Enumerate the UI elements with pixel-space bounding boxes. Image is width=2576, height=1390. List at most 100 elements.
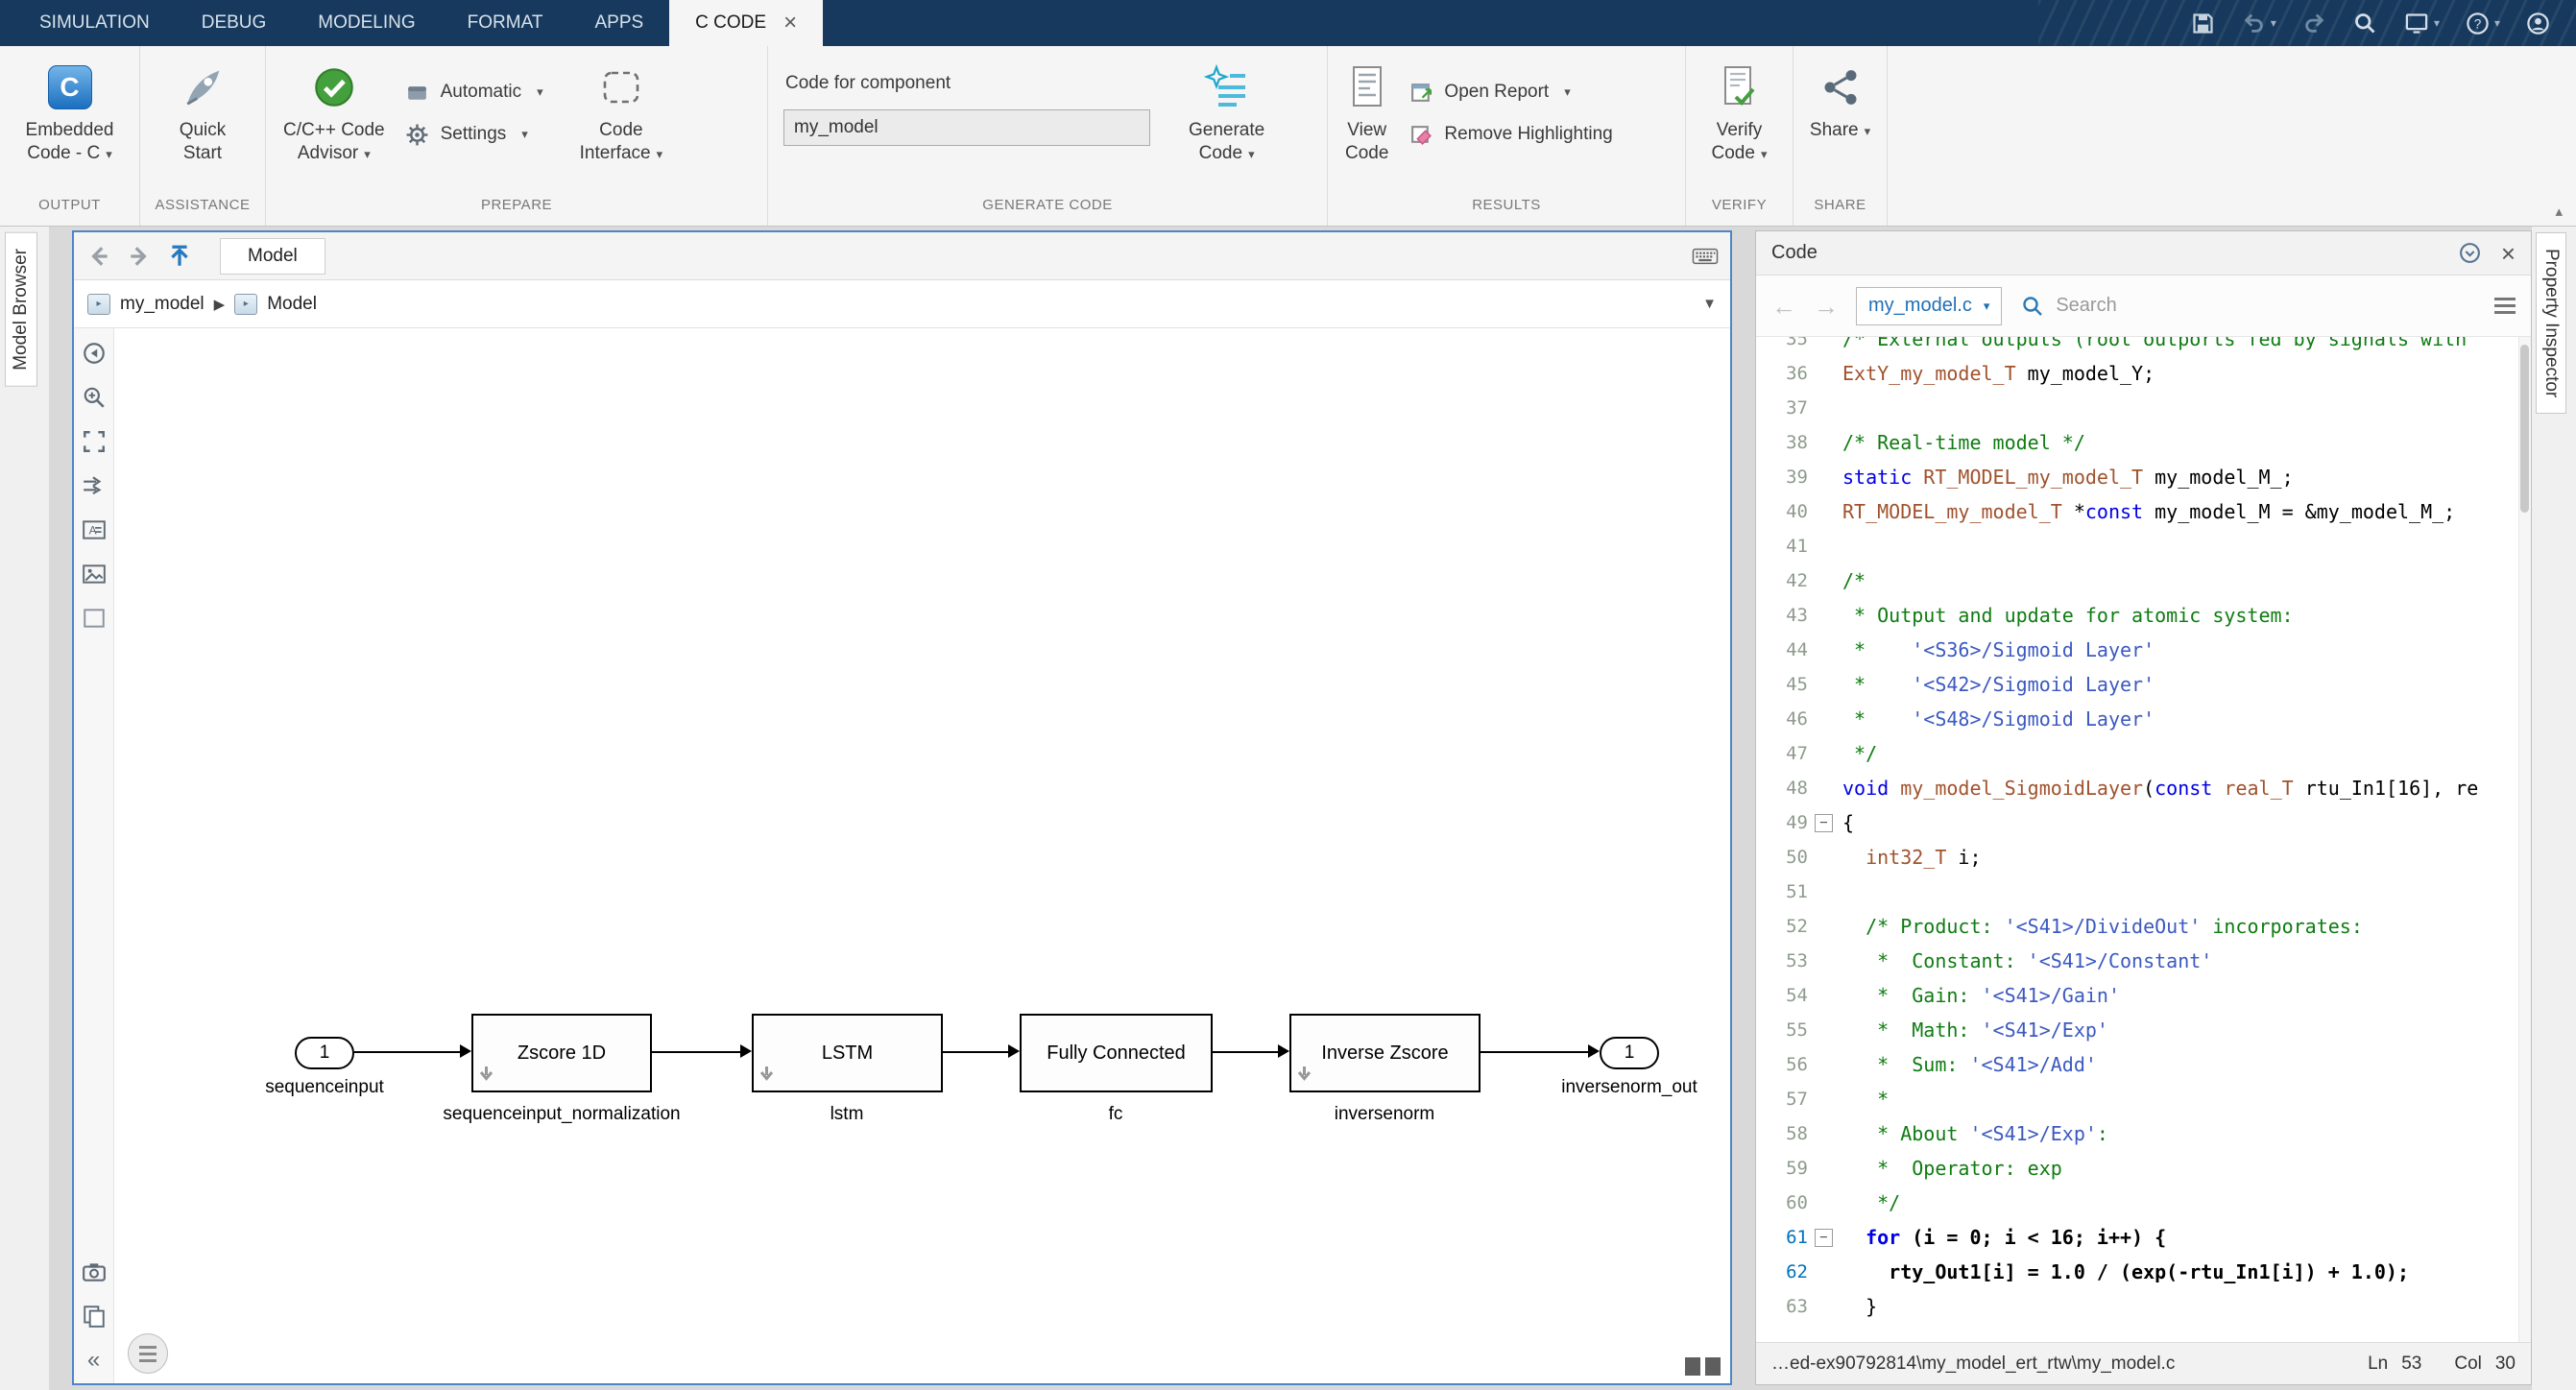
code-line-37[interactable]: 37 — [1756, 391, 2531, 425]
code-line-46[interactable]: 46 * '<S48>/Sigmoid Layer' — [1756, 702, 2531, 736]
view-code-button[interactable]: View Code — [1336, 56, 1398, 165]
route-arrows-icon[interactable] — [81, 472, 108, 499]
model-browser-tab[interactable]: Model Browser — [5, 232, 37, 387]
menu-icon[interactable] — [2494, 298, 2516, 314]
code-line-58[interactable]: 58 * About '<S41>/Exp': — [1756, 1116, 2531, 1151]
signal-wire[interactable] — [354, 1051, 460, 1053]
code-forward-icon[interactable]: → — [1814, 294, 1839, 319]
outport-block[interactable]: 1 — [1600, 1037, 1659, 1069]
code-line-57[interactable]: 57 * — [1756, 1082, 2531, 1116]
code-line-50[interactable]: 50 int32_T i; — [1756, 840, 2531, 875]
breadcrumb-item-model[interactable]: Model — [267, 294, 317, 315]
code-back-icon[interactable]: ← — [1771, 294, 1796, 319]
fit-to-view-icon[interactable] — [81, 428, 108, 455]
tab-modeling[interactable]: MODELING — [292, 0, 441, 46]
signal-wire[interactable] — [943, 1051, 1008, 1053]
back-icon[interactable] — [85, 243, 112, 270]
fold-toggle[interactable]: − — [1815, 1229, 1833, 1247]
code-line-44[interactable]: 44 * '<S36>/Sigmoid Layer' — [1756, 633, 2531, 667]
tab-simulation[interactable]: SIMULATION — [13, 0, 176, 46]
code-line-39[interactable]: 39static RT_MODEL_my_model_T my_model_M_… — [1756, 460, 2531, 494]
tab-c-code[interactable]: C CODE × — [669, 0, 823, 46]
signal-wire[interactable] — [1481, 1051, 1588, 1053]
signal-wire[interactable] — [652, 1051, 740, 1053]
tab-debug[interactable]: DEBUG — [176, 0, 293, 46]
code-line-59[interactable]: 59 * Operator: exp — [1756, 1151, 2531, 1186]
code-line-48[interactable]: 48void my_model_SigmoidLayer(const real_… — [1756, 771, 2531, 805]
editor-tab-model[interactable]: Model — [220, 238, 325, 275]
remove-highlighting-button[interactable]: Remove Highlighting — [1398, 113, 1622, 156]
code-scrollbar[interactable] — [2518, 337, 2531, 1342]
code-line-60[interactable]: 60 */ — [1756, 1186, 2531, 1220]
code-line-42[interactable]: 42/* — [1756, 563, 2531, 598]
close-panel-icon[interactable]: × — [2501, 241, 2516, 266]
screenshot-icon[interactable] — [81, 1258, 108, 1285]
inport-block[interactable]: 1 — [295, 1037, 354, 1069]
image-icon[interactable] — [81, 561, 108, 587]
code-view[interactable]: 35/* External outputs (root outports fed… — [1756, 337, 2531, 1342]
block-inverse-zscore[interactable]: Inverse Zscore — [1289, 1014, 1481, 1092]
code-line-62[interactable]: 62 rty_Out1[i] = 1.0 / (exp(-rtu_In1[i])… — [1756, 1255, 2531, 1289]
tab-apps[interactable]: APPS — [568, 0, 669, 46]
collapse-palette-icon[interactable]: « — [81, 1347, 108, 1374]
viewmarks-button[interactable] — [128, 1333, 168, 1374]
code-interface-button[interactable]: Code Interface▾ — [570, 56, 672, 166]
previous-view-icon[interactable] — [81, 340, 108, 367]
share-button[interactable]: Share▾ — [1800, 56, 1880, 143]
automatic-dropdown[interactable]: Automatic ▾ — [395, 71, 553, 113]
dock-icon[interactable] — [2457, 240, 2484, 267]
code-line-35[interactable]: 35/* External outputs (root outports fed… — [1756, 337, 2531, 356]
code-line-63[interactable]: 63 } — [1756, 1289, 2531, 1324]
account-icon[interactable] — [2525, 11, 2551, 36]
breadcrumb-item-my-model[interactable]: my_model — [120, 294, 205, 315]
code-line-40[interactable]: 40RT_MODEL_my_model_T *const my_model_M … — [1756, 494, 2531, 529]
area-icon[interactable] — [81, 605, 108, 632]
embedded-code-button[interactable]: C Embedded Code - C▾ — [16, 56, 124, 166]
code-line-53[interactable]: 53 * Constant: '<S41>/Constant' — [1756, 944, 2531, 978]
annotation-icon[interactable]: A — [81, 516, 108, 543]
code-line-45[interactable]: 45 * '<S42>/Sigmoid Layer' — [1756, 667, 2531, 702]
model-canvas[interactable]: 1 sequenceinput Zscore 1D sequenceinput_… — [114, 328, 1730, 1383]
code-line-36[interactable]: 36ExtY_my_model_T my_model_Y; — [1756, 356, 2531, 391]
save-icon[interactable] — [2190, 11, 2216, 36]
pane-controls[interactable] — [1685, 1357, 1721, 1376]
open-report-button[interactable]: Open Report ▾ — [1398, 71, 1622, 113]
code-line-51[interactable]: 51 — [1756, 875, 2531, 909]
property-inspector-tab[interactable]: Property Inspector — [2536, 232, 2566, 414]
help-icon[interactable]: ? ▾ — [2465, 11, 2500, 36]
layout-icon[interactable]: ▾ — [2403, 11, 2440, 36]
block-fully-connected[interactable]: Fully Connected — [1020, 1014, 1213, 1092]
redo-icon[interactable] — [2301, 11, 2327, 36]
forward-icon[interactable] — [126, 243, 153, 270]
code-line-41[interactable]: 41 — [1756, 529, 2531, 563]
code-line-43[interactable]: 43 * Output and update for atomic system… — [1756, 598, 2531, 633]
code-line-38[interactable]: 38/* Real-time model */ — [1756, 425, 2531, 460]
duplicate-icon[interactable] — [81, 1303, 108, 1330]
zoom-in-icon[interactable] — [81, 384, 108, 411]
up-to-parent-icon[interactable] — [166, 243, 193, 270]
fold-toggle[interactable]: − — [1815, 814, 1833, 832]
block-lstm[interactable]: LSTM — [752, 1014, 943, 1092]
collapse-ribbon-button[interactable]: ▴ — [2555, 203, 2563, 220]
keyboard-icon[interactable] — [1692, 243, 1719, 270]
component-input[interactable] — [783, 109, 1150, 146]
code-line-52[interactable]: 52 /* Product: '<S41>/DivideOut' incorpo… — [1756, 909, 2531, 944]
block-zscore-1d[interactable]: Zscore 1D — [471, 1014, 652, 1092]
undo-icon[interactable]: ▾ — [2241, 11, 2276, 36]
code-line-49[interactable]: 49−{ — [1756, 805, 2531, 840]
file-selector[interactable]: my_model.c ▾ — [1856, 287, 2002, 325]
code-line-55[interactable]: 55 * Math: '<S41>/Exp' — [1756, 1013, 2531, 1047]
code-line-54[interactable]: 54 * Gain: '<S41>/Gain' — [1756, 978, 2531, 1013]
tab-format[interactable]: FORMAT — [442, 0, 569, 46]
verify-code-button[interactable]: Verify Code▾ — [1702, 56, 1777, 166]
settings-dropdown[interactable]: Settings ▾ — [395, 113, 553, 156]
search-input[interactable] — [2056, 295, 2401, 317]
search-icon[interactable] — [2352, 11, 2378, 36]
quick-start-button[interactable]: Quick Start — [170, 56, 236, 165]
breadcrumb-dropdown-icon[interactable]: ▼ — [1702, 296, 1717, 312]
close-tab-icon[interactable]: × — [783, 12, 797, 35]
generate-code-button[interactable]: Generate Code▾ — [1179, 56, 1274, 166]
signal-wire[interactable] — [1213, 1051, 1278, 1053]
scrollbar-thumb[interactable] — [2520, 345, 2529, 513]
code-line-56[interactable]: 56 * Sum: '<S41>/Add' — [1756, 1047, 2531, 1082]
